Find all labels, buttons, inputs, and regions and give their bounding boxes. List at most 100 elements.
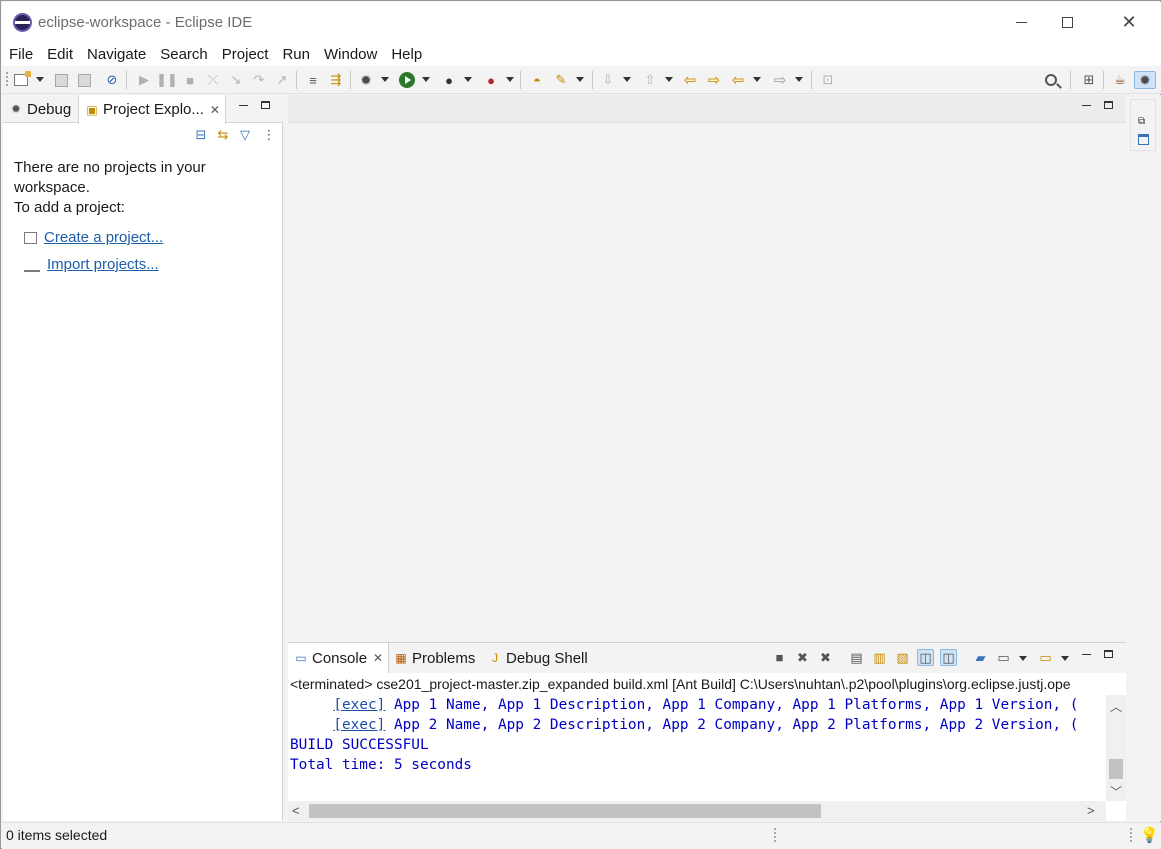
maximize-console-button[interactable] (1104, 650, 1113, 658)
maximize-button[interactable] (1044, 2, 1090, 42)
search-tool-dropdown[interactable] (576, 77, 584, 82)
back-dropdown[interactable] (753, 77, 761, 82)
clear-console-button[interactable]: ▤ (848, 649, 865, 666)
open-perspective-button[interactable]: ⊞ (1080, 71, 1098, 89)
menu-navigate[interactable]: Navigate (87, 46, 146, 63)
menu-file[interactable]: File (9, 46, 33, 63)
open-type-button[interactable]: ◓ (528, 71, 546, 89)
new-button[interactable] (12, 71, 31, 89)
view-menu-button[interactable]: ⋮ (261, 127, 277, 143)
show-on-stderr-button[interactable]: ◫ (940, 649, 957, 666)
last-edit-location-button[interactable]: ⇦ (681, 71, 699, 89)
resume-button[interactable]: ▶ (135, 71, 153, 89)
step-over-button[interactable]: ↷ (250, 71, 268, 89)
minimize-button[interactable] (998, 2, 1044, 42)
external-tools-button[interactable]: ● (482, 71, 500, 89)
next-annotation-dropdown[interactable] (623, 77, 631, 82)
word-wrap-button[interactable]: ▧ (894, 649, 911, 666)
use-step-filters-button[interactable]: ≡ (304, 71, 322, 89)
menu-search[interactable]: Search (160, 46, 208, 63)
step-return-button[interactable]: ↗ (273, 71, 291, 89)
lightbulb-icon[interactable]: 💡 (1140, 826, 1159, 844)
restore-icon[interactable]: ⧉ (1138, 116, 1145, 127)
forward-button[interactable]: ⇨ (771, 71, 789, 89)
terminate-console-button[interactable]: ■ (771, 649, 788, 666)
console-vertical-scrollbar[interactable]: ︿ ﹀ (1106, 695, 1126, 801)
filter-button[interactable]: ▽ (237, 127, 253, 143)
minimize-panel-button[interactable] (239, 105, 248, 106)
search-tool-button[interactable]: ✎ (552, 71, 570, 89)
disconnect-button[interactable]: ⤫ (204, 71, 222, 89)
collapse-all-button[interactable]: ⊟ (193, 127, 209, 143)
menu-window[interactable]: Window (324, 46, 377, 63)
exec-link[interactable]: [exec] (333, 717, 385, 733)
close-tab-icon[interactable]: ✕ (373, 651, 383, 665)
pin-editor-button[interactable]: ⊡ (819, 71, 837, 89)
minimize-console-button[interactable] (1082, 654, 1091, 655)
menu-help[interactable]: Help (391, 46, 422, 63)
previous-annotation-button[interactable]: ⇧ (641, 71, 659, 89)
display-console-button[interactable]: ▭ (995, 649, 1012, 666)
tab-debug-shell-label: Debug Shell (506, 649, 588, 667)
console-output[interactable]: [exec] App 1 Name, App 1 Description, Ap… (288, 695, 1106, 801)
back-button[interactable]: ⇦ (729, 71, 747, 89)
debug-perspective-button[interactable]: ✹ (1134, 71, 1156, 89)
tab-problems[interactable]: ▦ Problems (392, 643, 475, 673)
suspend-button[interactable]: ❚❚ (156, 71, 178, 89)
pin-console-button[interactable]: ▰ (972, 649, 989, 666)
tab-debug[interactable]: ✹ Debug (3, 95, 77, 123)
tab-project-explorer[interactable]: ▣ Project Explo... ✕ (78, 95, 226, 124)
forward-dropdown[interactable] (795, 77, 803, 82)
menu-edit[interactable]: Edit (47, 46, 73, 63)
next-annotation-button[interactable]: ⇩ (599, 71, 617, 89)
debug-button[interactable]: ✹ (357, 71, 375, 89)
run-button[interactable] (398, 71, 416, 89)
display-console-dropdown[interactable] (1019, 656, 1027, 661)
menu-run[interactable]: Run (282, 46, 310, 63)
link-with-editor-button[interactable]: ⇆ (215, 127, 231, 143)
scroll-up-icon[interactable]: ︿ (1110, 698, 1122, 715)
external-tools-dropdown[interactable] (506, 77, 514, 82)
run-dropdown[interactable] (422, 77, 430, 82)
save-button[interactable] (52, 71, 70, 89)
next-edit-location-button[interactable]: ⇨ (705, 71, 723, 89)
scroll-right-icon[interactable]: > (1087, 803, 1095, 818)
remove-all-terminated-button[interactable]: ✖ (817, 649, 834, 666)
previous-annotation-dropdown[interactable] (665, 77, 673, 82)
scroll-down-icon[interactable]: ﹀ (1110, 783, 1122, 800)
horizontal-scroll-thumb[interactable] (309, 804, 821, 818)
tab-debug-shell[interactable]: J Debug Shell (486, 643, 588, 673)
create-project-link[interactable]: Create a project... (24, 229, 163, 246)
scroll-left-icon[interactable]: < (292, 803, 300, 818)
debug-dropdown[interactable] (381, 77, 389, 82)
coverage-button[interactable]: ● (440, 71, 458, 89)
menu-project[interactable]: Project (222, 46, 269, 63)
scroll-lock-button[interactable]: ▥ (871, 649, 888, 666)
close-button[interactable]: ✕ (1106, 2, 1152, 42)
save-all-button[interactable] (75, 71, 93, 89)
maximize-panel-button[interactable] (261, 101, 270, 109)
drop-to-frame-button[interactable]: ⇶ (327, 71, 345, 89)
maximize-icon[interactable] (1138, 134, 1149, 145)
disconnect-icon: ⤫ (207, 72, 219, 87)
tab-console[interactable]: ▭ Console ✕ (288, 643, 389, 673)
collapse-all-icon: ⊟ (195, 127, 207, 142)
exec-link[interactable]: [exec] (333, 697, 385, 713)
remove-launch-button[interactable]: ✖ (794, 649, 811, 666)
show-on-stdout-button[interactable]: ◫ (917, 649, 934, 666)
new-dropdown[interactable] (36, 77, 44, 82)
minimize-editor-button[interactable] (1082, 105, 1091, 106)
import-projects-link[interactable]: Import projects... (24, 256, 159, 273)
search-button[interactable] (1042, 71, 1060, 89)
open-console-button[interactable]: ▭ (1037, 649, 1054, 666)
close-tab-icon[interactable]: ✕ (210, 103, 220, 117)
maximize-editor-button[interactable] (1104, 101, 1113, 109)
java-perspective-button[interactable]: ☕ (1111, 71, 1129, 89)
open-console-dropdown[interactable] (1061, 656, 1069, 661)
coverage-dropdown[interactable] (464, 77, 472, 82)
skip-breakpoints-button[interactable]: ⊘ (103, 71, 121, 89)
console-horizontal-scrollbar[interactable]: < > (288, 801, 1106, 821)
vertical-scroll-thumb[interactable] (1109, 759, 1123, 779)
step-into-button[interactable]: ↘ (227, 71, 245, 89)
terminate-button[interactable]: ■ (181, 71, 199, 89)
